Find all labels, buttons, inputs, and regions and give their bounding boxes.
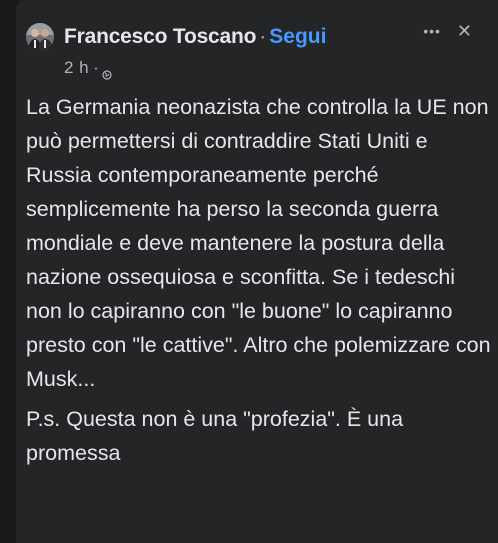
follow-button[interactable]: Segui (269, 25, 326, 49)
author-separator: · (259, 25, 267, 48)
page: Francesco Toscano · Segui ••• ✕ 2 h · La… (0, 0, 498, 543)
author-name[interactable]: Francesco Toscano (64, 25, 256, 49)
post-paragraph: La Germania neonazista che controlla la … (26, 95, 491, 391)
meta-separator: · (93, 58, 99, 77)
post-controls: ••• ✕ (423, 20, 472, 42)
post-paragraph: P.s. Questa non è una "profezia". È una … (26, 407, 404, 465)
post-timestamp[interactable]: 2 h (64, 58, 89, 78)
post-body: La Germania neonazista che controlla la … (26, 90, 492, 470)
post-meta: 2 h · (64, 58, 112, 80)
close-icon[interactable]: ✕ (457, 20, 472, 42)
globe-icon (102, 65, 112, 80)
avatar-image (26, 23, 54, 51)
post-header: Francesco Toscano · Segui (26, 22, 326, 52)
more-options-icon[interactable]: ••• (423, 20, 441, 42)
post-card: Francesco Toscano · Segui ••• ✕ 2 h · La… (16, 0, 498, 543)
avatar[interactable] (26, 23, 54, 51)
